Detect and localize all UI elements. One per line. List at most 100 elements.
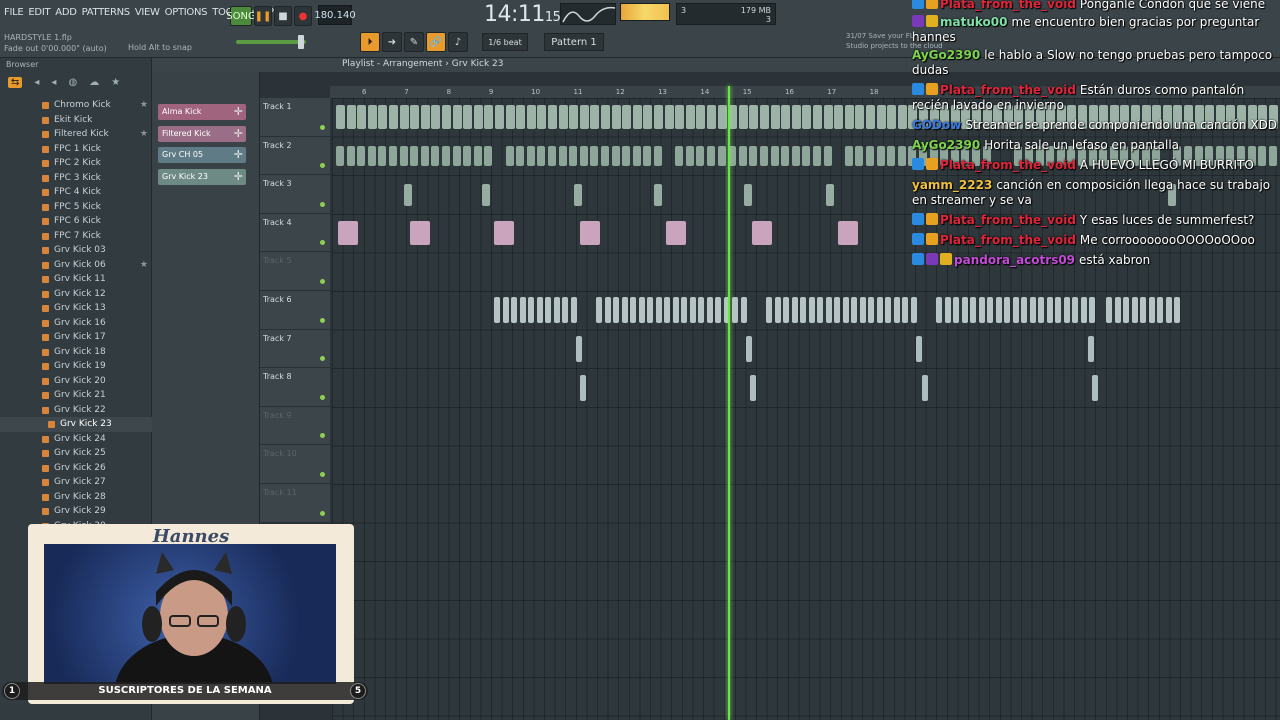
hat-clip[interactable] <box>511 297 517 324</box>
menu-item-edit[interactable]: EDIT <box>28 7 50 18</box>
kick-clip[interactable] <box>516 145 525 166</box>
kick-clip[interactable] <box>643 105 653 130</box>
kick-clip[interactable] <box>346 105 356 130</box>
kick-clip[interactable] <box>420 145 429 166</box>
track-mute-led[interactable] <box>320 433 325 439</box>
menu-item-view[interactable]: VIEW <box>135 7 160 18</box>
kick-clip[interactable] <box>897 105 907 130</box>
kick-clip[interactable] <box>473 105 483 130</box>
hat-clip[interactable] <box>536 297 543 324</box>
hat-clip[interactable] <box>1148 297 1155 324</box>
browser-item[interactable]: Grv Kick 21 <box>0 388 152 403</box>
kick-clip[interactable] <box>463 105 473 130</box>
hat-clip[interactable] <box>1123 297 1129 324</box>
hat-clip[interactable] <box>604 297 611 324</box>
kick-clip[interactable] <box>367 105 377 130</box>
track-header[interactable]: Track 10 <box>260 445 330 484</box>
perc-clip[interactable] <box>826 183 834 206</box>
hat-clip[interactable] <box>970 297 976 324</box>
hat-clip[interactable] <box>681 297 687 324</box>
hat-clip[interactable] <box>1080 297 1087 324</box>
crash-clip[interactable] <box>1088 335 1094 362</box>
master-volume-slider[interactable] <box>236 35 306 49</box>
kick-clip[interactable] <box>537 145 546 166</box>
kick-clip[interactable] <box>707 145 715 166</box>
kick-clip[interactable] <box>473 145 482 166</box>
hat-clip[interactable] <box>528 297 534 324</box>
kick-clip[interactable] <box>781 105 791 130</box>
kick-clip[interactable] <box>823 105 833 130</box>
add-icon[interactable]: ✛ <box>234 170 243 183</box>
kick-clip[interactable] <box>781 145 790 166</box>
kick-clip[interactable] <box>654 105 663 130</box>
kick-clip[interactable] <box>442 145 450 166</box>
browser-filter-icon[interactable]: ⇆ <box>8 76 23 88</box>
kick-clip[interactable] <box>622 145 631 166</box>
browser-item[interactable]: Grv Kick 28 <box>0 490 152 505</box>
kick-clip[interactable] <box>749 145 758 166</box>
hat-clip[interactable] <box>766 297 772 324</box>
perc-clip[interactable] <box>482 183 490 206</box>
hat-clip[interactable] <box>978 297 985 324</box>
hat-clip[interactable] <box>1021 297 1027 324</box>
kick-clip[interactable] <box>357 145 366 166</box>
kick-clip[interactable] <box>548 145 556 166</box>
kick-clip[interactable] <box>336 145 344 166</box>
crash-clip[interactable] <box>922 374 928 401</box>
kick-clip[interactable] <box>442 105 451 130</box>
browser-cloud-icon[interactable]: ☁ <box>89 77 99 88</box>
hat-clip[interactable] <box>706 297 713 324</box>
hat-clip[interactable] <box>1165 297 1172 324</box>
kick-clip[interactable] <box>632 105 642 130</box>
track-header[interactable]: Track 4 <box>260 213 330 253</box>
kick-clip[interactable] <box>876 145 885 166</box>
track-mute-led[interactable] <box>320 163 325 169</box>
track-header[interactable]: Track 3 <box>260 175 330 214</box>
link-icon[interactable]: 🔗 <box>426 32 446 52</box>
menu-item-options[interactable]: OPTIONS <box>165 7 208 18</box>
kick-clip[interactable] <box>685 105 695 130</box>
hat-clip[interactable] <box>1089 297 1095 324</box>
favorite-star-icon[interactable]: ★ <box>140 127 148 142</box>
browser-item[interactable]: Grv Kick 18 <box>0 345 152 360</box>
add-icon[interactable]: ✛ <box>234 105 243 118</box>
hat-clip[interactable] <box>519 297 526 324</box>
kick-clip[interactable] <box>367 145 376 166</box>
hat-clip[interactable] <box>1046 297 1053 324</box>
hat-clip[interactable] <box>817 297 823 324</box>
browser-item[interactable]: Chromo Kick ★ <box>0 98 152 113</box>
browser-item[interactable]: Grv Kick 17 <box>0 330 152 345</box>
fx-clip[interactable] <box>338 221 358 246</box>
kick-clip[interactable] <box>548 105 557 130</box>
browser-item[interactable]: Grv Kick 26 <box>0 461 152 476</box>
pattern-select[interactable]: Pattern 1 <box>544 33 604 51</box>
kick-clip[interactable] <box>389 145 397 166</box>
kick-clip[interactable] <box>696 145 705 166</box>
browser-item[interactable]: FPC 6 Kick <box>0 214 152 229</box>
kick-clip[interactable] <box>791 105 801 130</box>
kick-clip[interactable] <box>601 105 610 130</box>
browser-item[interactable]: FPC 2 Kick <box>0 156 152 171</box>
kick-clip[interactable] <box>569 105 579 130</box>
kick-clip[interactable] <box>802 105 812 130</box>
hat-clip[interactable] <box>570 297 577 324</box>
kick-clip[interactable] <box>495 105 504 130</box>
play-icon[interactable]: ❚❚ <box>254 6 272 26</box>
kick-clip[interactable] <box>770 145 779 166</box>
track-mute-led[interactable] <box>320 278 325 284</box>
hat-clip[interactable] <box>842 297 849 324</box>
stop-icon[interactable]: ■ <box>274 6 292 26</box>
kick-clip[interactable] <box>484 105 494 130</box>
kick-clip[interactable] <box>834 105 844 130</box>
kick-clip[interactable] <box>866 145 874 166</box>
hat-clip[interactable] <box>1106 297 1112 324</box>
hat-clip[interactable] <box>621 297 628 324</box>
kick-clip[interactable] <box>622 105 632 130</box>
fx-clip[interactable] <box>666 221 686 246</box>
hat-clip[interactable] <box>1012 297 1019 324</box>
favorite-star-icon[interactable]: ★ <box>140 258 148 273</box>
hat-clip[interactable] <box>630 297 636 324</box>
hat-clip[interactable] <box>1114 297 1121 324</box>
kick-clip[interactable] <box>346 145 355 166</box>
hat-clip[interactable] <box>502 297 509 324</box>
